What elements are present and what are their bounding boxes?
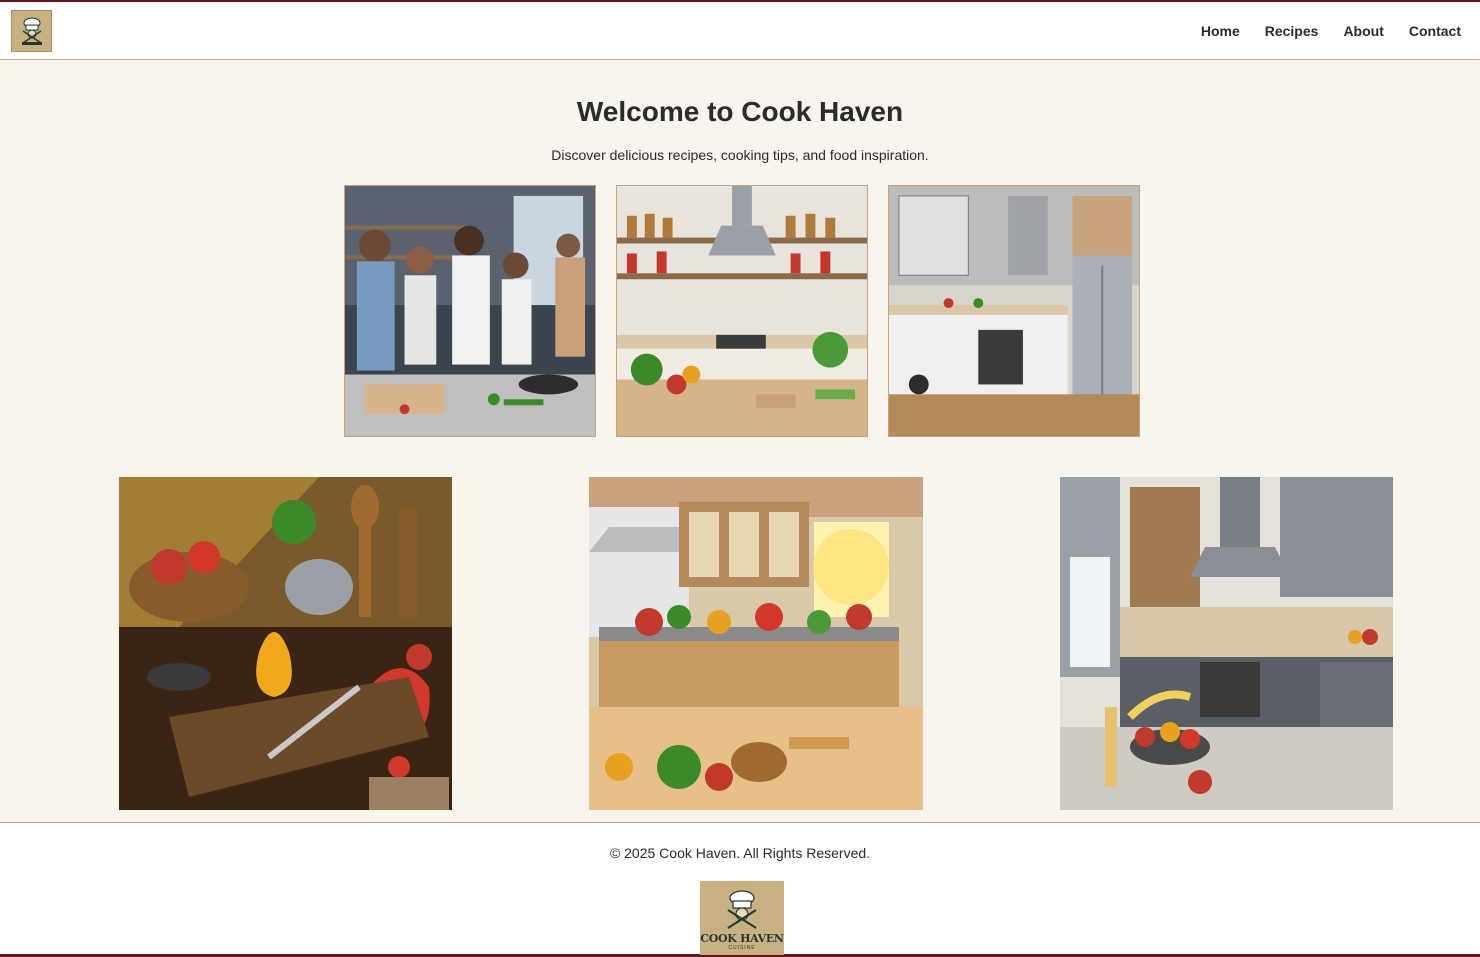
- site-footer: © 2025 Cook Haven. All Rights Reserved. …: [0, 822, 1480, 957]
- nav-about-link[interactable]: About: [1343, 23, 1383, 39]
- logo-tag-text: CUISINE: [728, 945, 756, 951]
- site-header: Home Recipes About Contact: [0, 0, 1480, 60]
- chef-hat-logo-icon[interactable]: [11, 10, 52, 52]
- chef-hat-icon: [727, 890, 757, 929]
- cook-haven-logo-icon: COOK HAVEN CUISINE: [700, 881, 784, 955]
- copyright-text: © 2025 Cook Haven. All Rights Reserved.: [609, 845, 871, 861]
- contemporary-kitchen-image: [1060, 477, 1393, 810]
- main-nav: Home Recipes About Contact: [1201, 23, 1461, 39]
- modern-kitchen-image: [888, 185, 1140, 437]
- nav-recipes-link[interactable]: Recipes: [1265, 23, 1319, 39]
- sunny-kitchen-produce-image: [589, 477, 923, 810]
- people-cooking-image: [344, 185, 596, 437]
- nav-contact-link[interactable]: Contact: [1409, 23, 1461, 39]
- page-title: Welcome to Cook Haven: [576, 96, 904, 127]
- nav-home-link[interactable]: Home: [1201, 23, 1240, 39]
- pantry-shelves-image: [616, 185, 868, 437]
- page-subtitle: Discover delicious recipes, cooking tips…: [551, 147, 929, 163]
- vegetables-utensils-image: [119, 477, 452, 810]
- logo-brand-text: COOK HAVEN: [700, 932, 784, 945]
